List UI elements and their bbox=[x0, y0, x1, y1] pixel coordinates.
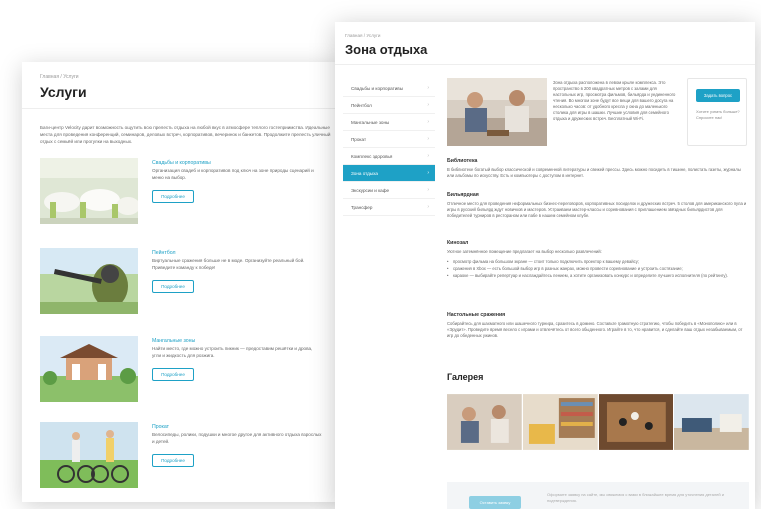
service-item-paintball: Пейнтбол Виртуальные сражения больше не … bbox=[40, 248, 340, 318]
chevron-right-icon: › bbox=[427, 136, 429, 142]
sidebar-item-label: Свадьбы и корпоративы bbox=[351, 86, 404, 91]
divider bbox=[22, 108, 342, 109]
list-item: просмотр фильма на большом экране — стои… bbox=[447, 259, 747, 265]
chevron-right-icon: › bbox=[427, 204, 429, 210]
service-title[interactable]: Свадьбы и корпоративы bbox=[152, 160, 211, 166]
chevron-right-icon: › bbox=[427, 85, 429, 91]
details-button[interactable]: Подробнее bbox=[152, 280, 194, 293]
list-item: сражения в Xbox — есть большой выбор игр… bbox=[447, 266, 747, 272]
sidebar-item-label: Трансфер bbox=[351, 205, 373, 210]
gallery-image-board-game[interactable] bbox=[598, 394, 674, 450]
gamers-image bbox=[447, 78, 547, 146]
divider bbox=[335, 64, 755, 65]
section-heading: Кинозал bbox=[447, 240, 469, 246]
gallery-image-gamers[interactable] bbox=[447, 394, 522, 450]
service-desc: Велосипеды, ролики, подушки и многое дру… bbox=[152, 432, 322, 444]
breadcrumb[interactable]: Главная / Услуги bbox=[40, 74, 79, 80]
sidebar-item-health[interactable]: Комплекс здоровья › bbox=[343, 148, 435, 165]
footer-text: Оформите заявку на сайте, мы свяжемся с … bbox=[547, 492, 724, 503]
chevron-right-icon: › bbox=[427, 187, 429, 193]
section-billiards: Бильярдная Отличное место для проведения… bbox=[447, 192, 747, 219]
sidebar-item-label: Пейнтбол bbox=[351, 103, 372, 108]
sidebar-item-weddings[interactable]: Свадьбы и корпоративы › bbox=[343, 80, 435, 97]
section-text: В библиотеке богатый выбор классической … bbox=[447, 167, 741, 178]
page-title: Услуги bbox=[40, 84, 87, 100]
details-button[interactable]: Подробнее bbox=[152, 454, 194, 467]
service-title[interactable]: Мангальные зоны bbox=[152, 338, 195, 344]
wedding-banquet-image bbox=[40, 158, 138, 224]
page-title: Зона отдыха bbox=[345, 42, 428, 57]
sidebar-item-lounge[interactable]: Зона отдыха › bbox=[343, 165, 435, 182]
question-note: Хотите узнать больше? Спросите нас! bbox=[696, 109, 740, 120]
chevron-right-icon: › bbox=[427, 153, 429, 159]
gallery-image-lounge[interactable] bbox=[674, 394, 749, 450]
intro-text: Баги-центр Velocity дарит возможность ощ… bbox=[40, 125, 331, 144]
gazebo-image bbox=[40, 336, 138, 402]
request-footer: Оставить заявку Оформите заявку на сайте… bbox=[447, 482, 749, 509]
section-tabletop: Настольные сражения Собирайтесь для шахм… bbox=[447, 312, 747, 339]
chevron-right-icon: › bbox=[427, 119, 429, 125]
submit-request-button[interactable]: Оставить заявку bbox=[469, 496, 521, 509]
section-text: Уютное затемнённое помещение предлагает … bbox=[447, 249, 602, 254]
sidebar-item-rental[interactable]: Прокат › bbox=[343, 131, 435, 148]
service-title[interactable]: Пейнтбол bbox=[152, 250, 176, 256]
section-heading: Бильярдная bbox=[447, 192, 479, 198]
services-page: Главная / Услуги Услуги Баги-центр Veloc… bbox=[22, 62, 342, 502]
section-library: Библиотека В библиотеке богатый выбор кл… bbox=[447, 158, 747, 179]
sidebar-item-label: Комплекс здоровья bbox=[351, 154, 393, 159]
chevron-right-icon: › bbox=[427, 102, 429, 108]
details-button[interactable]: Подробнее bbox=[152, 190, 194, 203]
hero-text: Зона отдыха расположена в левом крыле ко… bbox=[553, 80, 676, 121]
gallery-title: Галерея bbox=[447, 372, 484, 382]
sidebar-item-label: Экскурсии и кафе bbox=[351, 188, 390, 193]
service-desc: Найти место, где можно устроить пикник —… bbox=[152, 346, 313, 358]
zone-page: Главная / Услуги Зона отдыха Свадьбы и к… bbox=[335, 22, 755, 509]
sidebar-item-paintball[interactable]: Пейнтбол › bbox=[343, 97, 435, 114]
sidebar-item-label: Прокат bbox=[351, 137, 367, 142]
details-button[interactable]: Подробнее bbox=[152, 368, 194, 381]
service-item-grill: Мангальные зоны Найти место, где можно у… bbox=[40, 336, 340, 406]
section-text: Собирайтесь для шахматного или шашечного… bbox=[447, 321, 743, 338]
service-desc: Виртуальные сражения больше не в моде. О… bbox=[152, 258, 305, 270]
question-box: Задать вопрос Хотите узнать больше? Спро… bbox=[687, 78, 747, 146]
sidebar-item-label: Зона отдыха bbox=[351, 171, 378, 176]
list-item: караоке — выбирайте репертуар и наслажда… bbox=[447, 273, 747, 279]
gallery bbox=[447, 394, 749, 450]
sidebar-item-grill[interactable]: Мангальные зоны › bbox=[343, 114, 435, 131]
cinema-list: просмотр фильма на большом экране — стои… bbox=[447, 259, 747, 279]
chevron-right-icon: › bbox=[427, 170, 429, 176]
gallery-image-library[interactable] bbox=[522, 394, 598, 450]
service-title[interactable]: Прокат bbox=[152, 424, 169, 430]
section-text: Отличное место для проведения неформальн… bbox=[447, 201, 747, 218]
sidebar-item-transfer[interactable]: Трансфер › bbox=[343, 199, 435, 216]
section-cinema: Кинозал Уютное затемнённое помещение пре… bbox=[447, 240, 747, 280]
section-heading: Настольные сражения bbox=[447, 312, 506, 318]
sidebar-item-excursions[interactable]: Экскурсии и кафе › bbox=[343, 182, 435, 199]
paintball-player-image bbox=[40, 248, 138, 314]
cyclists-image bbox=[40, 422, 138, 488]
section-heading: Библиотека bbox=[447, 158, 478, 164]
sidebar-item-label: Мангальные зоны bbox=[351, 120, 390, 125]
service-item-weddings: Свадьбы и корпоративы Организация свадеб… bbox=[40, 158, 340, 228]
sidebar-nav: Свадьбы и корпоративы › Пейнтбол › Мангаль… bbox=[343, 80, 435, 216]
service-desc: Организация свадеб и корпоративов под кл… bbox=[152, 168, 314, 180]
service-item-rental: Прокат Велосипеды, ролики, подушки и мно… bbox=[40, 422, 340, 492]
ask-question-button[interactable]: Задать вопрос bbox=[696, 89, 740, 102]
breadcrumb[interactable]: Главная / Услуги bbox=[345, 33, 380, 38]
